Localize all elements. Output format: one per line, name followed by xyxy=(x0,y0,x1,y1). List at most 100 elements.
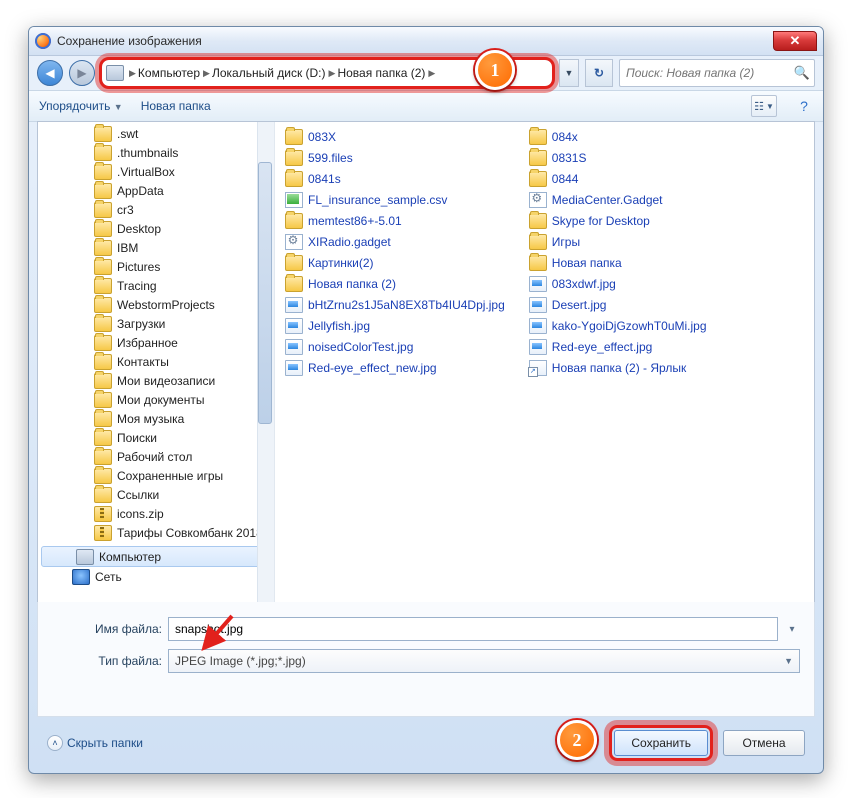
save-button[interactable]: Сохранить xyxy=(614,730,708,756)
tree-item[interactable]: Desktop xyxy=(38,219,274,238)
filetype-label: Тип файла: xyxy=(52,654,162,668)
tree-item-label: Desktop xyxy=(117,222,161,236)
tree-item[interactable]: AppData xyxy=(38,181,274,200)
tree-item[interactable]: Тарифы Совкомбанк 2018.zip xyxy=(38,523,274,542)
tree-item[interactable]: Сохраненные игры xyxy=(38,466,274,485)
file-item[interactable]: Новая папка xyxy=(529,254,707,272)
tree-item[interactable]: .thumbnails xyxy=(38,143,274,162)
tree-item[interactable]: Ссылки xyxy=(38,485,274,504)
dialog-body: .swt.thumbnails.VirtualBoxAppData cr3 Desk… xyxy=(37,121,815,613)
breadcrumb-item[interactable]: Локальный диск (D:)▶ xyxy=(212,66,335,80)
file-item[interactable]: noisedColorTest.jpg xyxy=(285,338,505,356)
tree-item[interactable]: Поиски xyxy=(38,428,274,447)
tree-item-label: Сохраненные игры xyxy=(117,469,223,483)
file-item[interactable]: Desert.jpg xyxy=(529,296,707,314)
file-item[interactable]: 084x xyxy=(529,128,707,146)
folder-icon xyxy=(285,276,303,292)
gadget-icon xyxy=(529,192,547,208)
folder-icon xyxy=(94,221,112,237)
file-item[interactable]: 0844 xyxy=(529,170,707,188)
file-item[interactable]: 599.files xyxy=(285,149,505,167)
help-button[interactable]: ? xyxy=(795,96,813,116)
filetype-combo[interactable]: JPEG Image (*.jpg;*.jpg) ▼ xyxy=(168,649,800,673)
annotation-badge-1: 1 xyxy=(475,50,515,90)
folder-icon xyxy=(94,297,112,313)
file-item[interactable]: Red-eye_effect.jpg xyxy=(529,338,707,356)
tree-item[interactable]: WebstormProjects xyxy=(38,295,274,314)
file-item-label: noisedColorTest.jpg xyxy=(308,340,413,354)
tree-scrollbar-thumb[interactable] xyxy=(258,162,272,424)
tree-item[interactable]: .VirtualBox xyxy=(38,162,274,181)
tree-item[interactable]: Избранное xyxy=(38,333,274,352)
folder-icon xyxy=(529,129,547,145)
tree-item[interactable]: .swt xyxy=(38,124,274,143)
tree-item-computer[interactable]: Компьютер xyxy=(41,546,271,567)
file-item[interactable]: Jellyfish.jpg xyxy=(285,317,505,335)
close-button[interactable]: ✕ xyxy=(773,31,817,51)
tree-item-label: Избранное xyxy=(117,336,178,350)
folder-tree[interactable]: .swt.thumbnails.VirtualBoxAppData cr3 Desk… xyxy=(38,122,275,612)
file-list[interactable]: 083X 599.files 0841s FL_insurance_sample.cs… xyxy=(275,122,814,612)
tree-scrollbar-track[interactable] xyxy=(257,122,274,612)
tree-item[interactable]: icons.zip xyxy=(38,504,274,523)
file-item-label: 0831S xyxy=(552,151,587,165)
file-item-label: Новая папка xyxy=(552,256,622,270)
tree-item[interactable]: cr3 xyxy=(38,200,274,219)
file-item[interactable]: 083xdwf.jpg xyxy=(529,275,707,293)
file-item[interactable]: Игры xyxy=(529,233,707,251)
img-icon xyxy=(529,297,547,313)
file-item[interactable]: kako-YgoiDjGzowhT0uMi.jpg xyxy=(529,317,707,335)
folder-icon xyxy=(94,430,112,446)
folder-icon xyxy=(94,240,112,256)
file-item[interactable]: 0831S xyxy=(529,149,707,167)
search-input[interactable] xyxy=(624,65,790,81)
filename-input[interactable] xyxy=(168,617,778,641)
tree-item[interactable]: Загрузки xyxy=(38,314,274,333)
csv-icon xyxy=(285,192,303,208)
back-button[interactable]: ◀ xyxy=(37,60,63,86)
hide-folders-link[interactable]: ˄ Скрыть папки xyxy=(47,735,143,751)
new-folder-button[interactable]: Новая папка xyxy=(141,99,211,113)
file-item[interactable]: Новая папка (2) - Ярлык xyxy=(529,359,707,377)
img-icon xyxy=(285,297,303,313)
breadcrumb-item[interactable]: Компьютер▶ xyxy=(138,66,210,80)
tree-item-label: icons.zip xyxy=(117,507,164,521)
tree-item[interactable]: Моя музыка xyxy=(38,409,274,428)
file-item[interactable]: FL_insurance_sample.csv xyxy=(285,191,505,209)
folder-icon xyxy=(94,449,112,465)
file-item[interactable]: bHtZrnu2s1J5aN8EX8Tb4IU4Dpj.jpg xyxy=(285,296,505,314)
file-item[interactable]: 083X xyxy=(285,128,505,146)
file-item[interactable]: 0841s xyxy=(285,170,505,188)
file-item[interactable]: Новая папка (2) xyxy=(285,275,505,293)
filename-history-button[interactable]: ▾ xyxy=(784,624,800,635)
tree-item[interactable]: Tracing xyxy=(38,276,274,295)
breadcrumb-item[interactable]: Новая папка (2)▶ xyxy=(337,66,435,80)
cancel-button[interactable]: Отмена xyxy=(723,730,805,756)
file-item-label: Red-eye_effect_new.jpg xyxy=(308,361,437,375)
folder-icon xyxy=(285,213,303,229)
file-item[interactable]: Картинки(2) xyxy=(285,254,505,272)
search-box[interactable]: 🔍 xyxy=(619,59,815,87)
tree-item[interactable]: Мои видеозаписи xyxy=(38,371,274,390)
organize-button[interactable]: Упорядочить ▼ xyxy=(39,99,123,113)
file-item[interactable]: MediaCenter.Gadget xyxy=(529,191,707,209)
tree-item[interactable]: IBM xyxy=(38,238,274,257)
file-item[interactable]: XIRadio.gadget xyxy=(285,233,505,251)
file-item[interactable]: memtest86+-5.01 xyxy=(285,212,505,230)
folder-icon xyxy=(285,150,303,166)
tree-item-label: Tracing xyxy=(117,279,157,293)
folder-icon xyxy=(529,255,547,271)
file-item[interactable]: Skype for Desktop xyxy=(529,212,707,230)
tree-item[interactable]: Рабочий стол xyxy=(38,447,274,466)
tree-item[interactable]: Контакты xyxy=(38,352,274,371)
tree-item[interactable]: Мои документы xyxy=(38,390,274,409)
tree-item-network[interactable]: Сеть xyxy=(38,567,274,586)
folder-icon xyxy=(94,373,112,389)
file-item[interactable]: Red-eye_effect_new.jpg xyxy=(285,359,505,377)
view-button[interactable]: ☷ ▼ xyxy=(751,95,777,117)
forward-button[interactable]: ▶ xyxy=(69,60,95,86)
address-history-button[interactable]: ▼ xyxy=(559,59,579,87)
tree-item[interactable]: Pictures xyxy=(38,257,274,276)
tree-item-label: cr3 xyxy=(117,203,134,217)
refresh-button[interactable]: ↻ xyxy=(585,59,613,87)
